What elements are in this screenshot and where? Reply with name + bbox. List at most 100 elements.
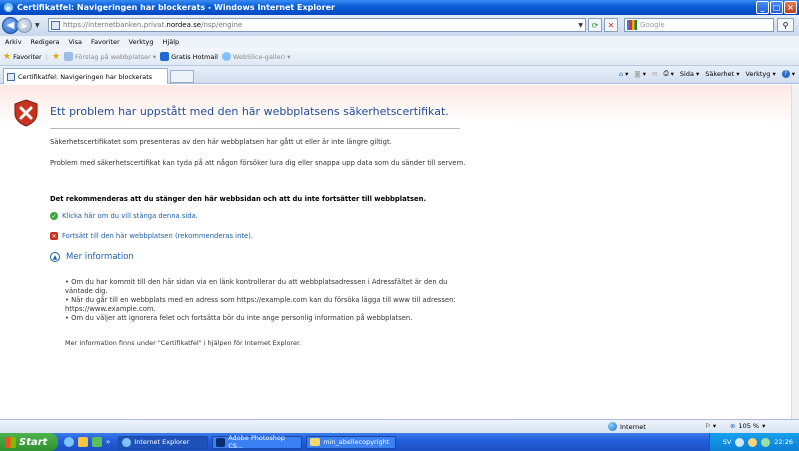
tools-menu[interactable]: Verktyg ▾ — [746, 70, 776, 78]
url-prefix: https://internetbanken.privat. — [63, 21, 167, 29]
check-shield-icon: ✓ — [50, 212, 58, 220]
tab-certificate-error[interactable]: Certifikatfel: Navigeringen har blockera… — [3, 68, 168, 84]
favorites-bar: ★ Favoriter | ★ Förslag på webbplatser ▾… — [0, 48, 799, 66]
start-label: Start — [19, 436, 48, 448]
help-footnote: Mer information finns under "Certifikatf… — [65, 339, 302, 347]
fav-hotmail[interactable]: Gratis Hotmail — [160, 52, 218, 61]
menu-arkiv[interactable]: Arkiv — [5, 38, 22, 46]
forward-button[interactable]: ▶ — [17, 18, 32, 33]
taskbar-photoshop[interactable]: Adobe Photoshop CS... — [212, 434, 303, 450]
photoshop-task-icon — [216, 437, 226, 447]
windows-taskbar: Start » Internet Explorer Adobe Photosho… — [0, 433, 799, 451]
mail-icon: ✉ — [652, 69, 658, 78]
safety-menu[interactable]: Säkerhet ▾ — [705, 70, 739, 78]
folder-task-icon — [310, 438, 321, 446]
collapse-up-icon: ▲ — [50, 252, 60, 262]
quicklaunch-more-icon[interactable]: » — [106, 438, 110, 446]
close-window-button[interactable]: × — [784, 1, 797, 14]
fav-webslice[interactable]: WebSlice-galleri ▾ — [221, 52, 291, 61]
zoom-dropdown-icon: ▾ — [762, 422, 766, 430]
security-tray-icon[interactable] — [761, 437, 771, 447]
url-suffix: /nsp/engine — [201, 21, 243, 29]
address-input[interactable]: https://internetbanken.privat. nordea.se /… — [48, 18, 586, 32]
volume-icon[interactable] — [748, 437, 758, 447]
print-button[interactable]: ⎙ ▾ — [663, 69, 673, 78]
network-icon[interactable] — [735, 437, 745, 447]
printer-icon: ⎙ — [663, 69, 669, 77]
list-item: När du går till en webbplats med en adre… — [65, 296, 465, 314]
maximize-button[interactable]: □ — [770, 1, 783, 14]
rss-icon: ◙ — [634, 69, 641, 78]
more-information-toggle[interactable]: ▲ Mer information — [50, 252, 134, 262]
refresh-icon: ⟳ — [591, 20, 599, 30]
minimize-button[interactable]: _ — [756, 1, 769, 14]
svg-text:e: e — [6, 3, 11, 12]
window-title: Certifikatfel: Navigeringen har blockera… — [17, 3, 335, 12]
menu-favoriter[interactable]: Favoriter — [91, 38, 120, 46]
language-indicator[interactable]: SV — [723, 438, 732, 446]
fav-suggested-sites[interactable]: Förslag på webbplatser ▾ — [64, 52, 156, 61]
back-arrow-icon: ◀ — [6, 20, 15, 31]
stop-button[interactable]: ✕ — [604, 18, 618, 32]
media-quicklaunch-icon[interactable] — [78, 437, 88, 447]
page-icon — [51, 20, 60, 30]
new-tab-button[interactable] — [170, 70, 194, 83]
home-button[interactable]: ⌂ ▾ — [619, 70, 628, 78]
status-bar: Internet ⚐ ▾ ⊕ 105 % ▾ — [0, 419, 799, 433]
suggested-sites-icon — [64, 52, 74, 61]
fav-hotmail-label: Gratis Hotmail — [171, 52, 218, 61]
task-label-ie: Internet Explorer — [134, 438, 190, 446]
address-toolbar: ◀ ▶ ▼ https://internetbanken.privat. nord… — [0, 15, 799, 36]
list-item: Om du väljer att ignorera felet och fort… — [65, 314, 465, 323]
address-dropdown-icon[interactable]: ▼ — [578, 22, 583, 29]
page-menu[interactable]: Sida ▾ — [680, 70, 699, 78]
quick-launch: » — [64, 437, 110, 447]
command-bar: ⌂ ▾ ◙ ▾ ✉ ⎙ ▾ Sida ▾ Säkerhet ▾ Verktyg ▾ ?… — [619, 69, 795, 78]
search-placeholder: Google — [640, 21, 665, 29]
continue-to-site-link[interactable]: ✕ Fortsätt till den här webbplatsen (rek… — [50, 232, 253, 240]
feeds-button[interactable]: ◙ ▾ — [634, 70, 646, 78]
start-button[interactable]: Start — [0, 433, 58, 451]
task-label-folder: min_abellecopyright — [323, 438, 390, 446]
add-favorite-icon[interactable]: ★ — [52, 52, 60, 62]
security-zone[interactable]: Internet — [608, 422, 646, 431]
fav-webslice-label: WebSlice-galleri ▾ — [232, 52, 291, 61]
ie-task-icon — [122, 437, 132, 447]
history-dropdown-icon[interactable]: ▼ — [35, 22, 40, 29]
favorites-button[interactable]: ★ Favoriter — [3, 52, 42, 62]
page-title: Ett problem har uppstått med den här web… — [50, 105, 449, 118]
clock[interactable]: 22:26 — [774, 438, 793, 446]
system-tray: SV 22:26 — [709, 433, 799, 451]
close-page-link[interactable]: ✓ Klicka här om du vill stänga denna sid… — [50, 212, 198, 220]
search-input[interactable]: Google — [624, 18, 774, 32]
webslice-icon — [221, 52, 231, 61]
menu-bar: Arkiv Redigera Visa Favoriter Verktyg Hj… — [0, 36, 799, 48]
desktop-quicklaunch-icon[interactable] — [92, 437, 102, 447]
fav-suggested-label: Förslag på webbplatser ▾ — [75, 52, 157, 61]
more-info-list: Om du har kommit till den här sidan via … — [65, 278, 465, 323]
warning-shield-icon: ✕ — [50, 232, 58, 240]
help-button[interactable]: ? ▾ — [781, 69, 795, 78]
zoom-control[interactable]: ⊕ 105 % ▾ — [730, 422, 765, 430]
favorites-label: Favoriter — [13, 52, 42, 61]
globe-icon — [608, 422, 617, 431]
menu-redigera[interactable]: Redigera — [31, 38, 60, 46]
taskbar-folder[interactable]: min_abellecopyright — [306, 435, 397, 449]
page-content: Ett problem har uppstått med den här web… — [0, 85, 791, 419]
more-info-label: Mer information — [66, 252, 134, 262]
recommendation-text: Det rekommenderas att du stänger den här… — [50, 195, 427, 203]
ie-quicklaunch-icon[interactable] — [64, 437, 74, 447]
windows-logo-icon — [5, 436, 16, 448]
menu-hjalp[interactable]: Hjälp — [163, 38, 180, 46]
zoom-icon: ⊕ — [730, 422, 736, 430]
mail-button[interactable]: ✉ — [652, 70, 657, 78]
protected-mode-icon[interactable]: ⚐ ▾ — [705, 422, 716, 430]
taskbar-internet-explorer[interactable]: Internet Explorer — [118, 435, 209, 449]
refresh-button[interactable]: ⟳ — [588, 18, 602, 32]
search-button[interactable]: ⚲ — [777, 18, 794, 32]
vertical-scrollbar[interactable] — [791, 85, 799, 419]
menu-verktyg[interactable]: Verktyg — [129, 38, 154, 46]
menu-visa[interactable]: Visa — [68, 38, 81, 46]
ie-logo-icon: e — [3, 2, 14, 12]
task-label-photoshop: Adobe Photoshop CS... — [228, 434, 285, 450]
